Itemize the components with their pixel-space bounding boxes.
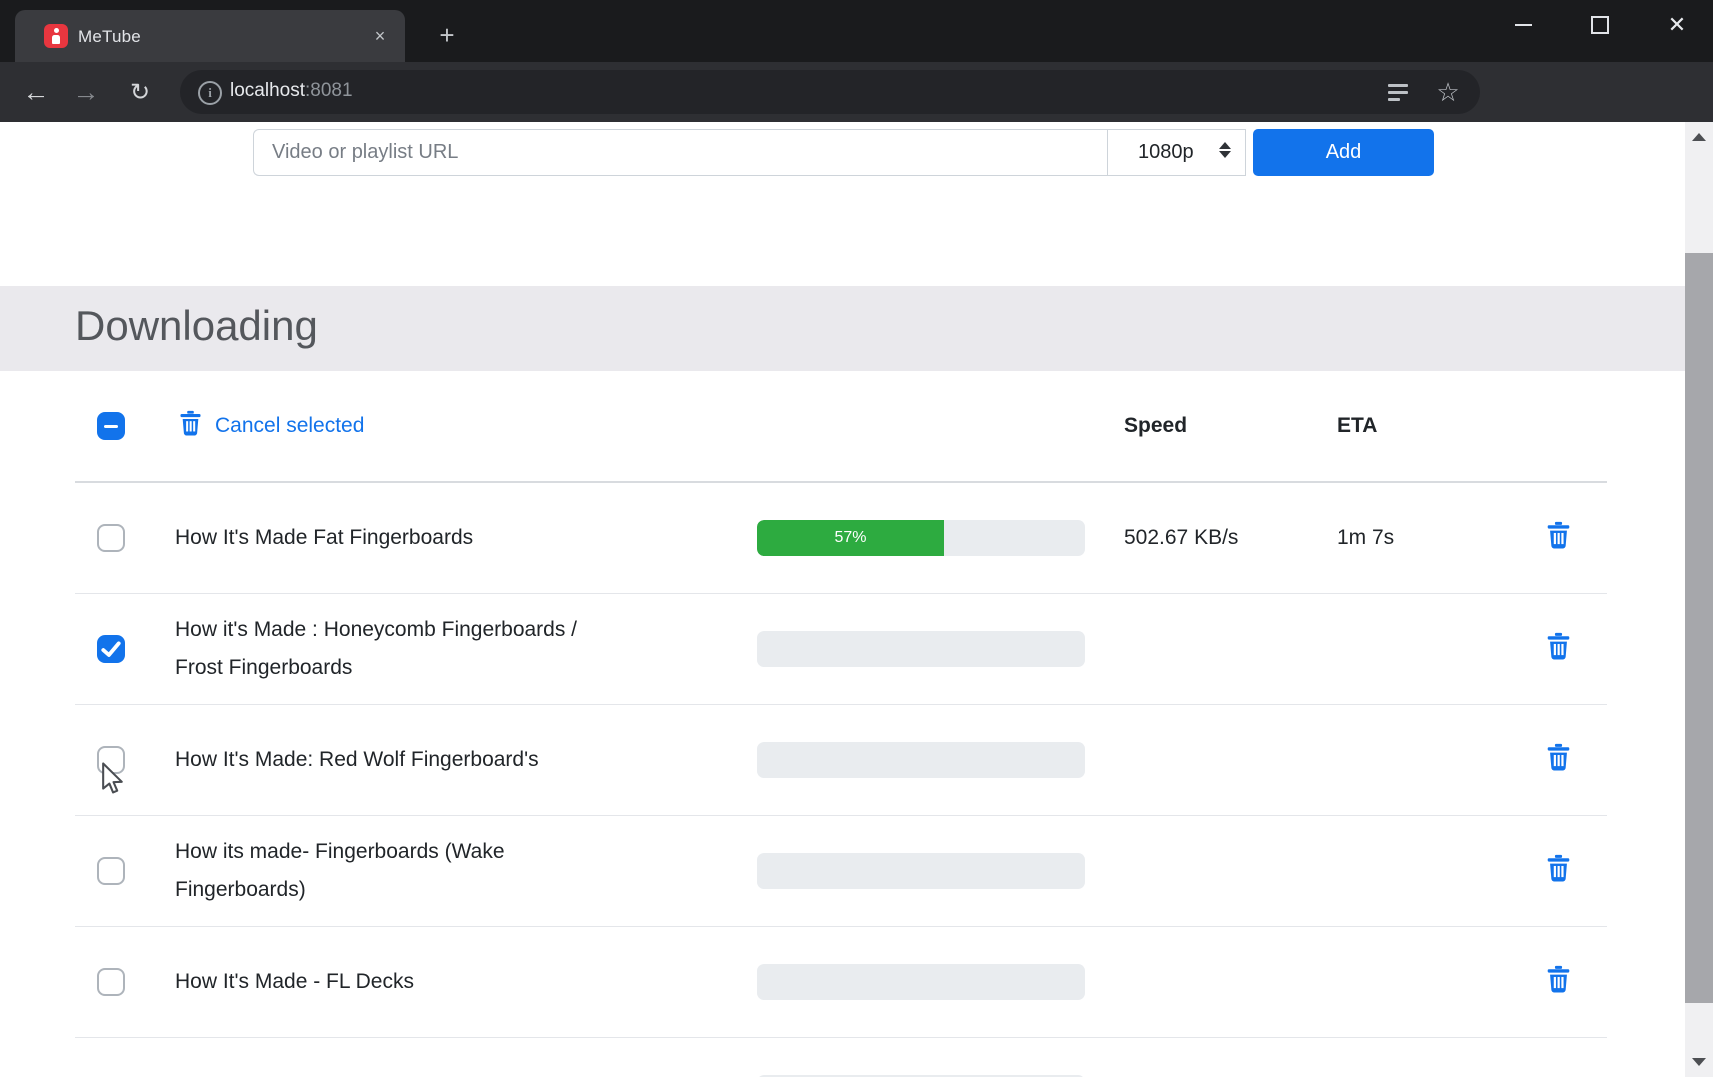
address-bar[interactable]: i localhost:8081 ☆ (180, 70, 1480, 114)
window-maximize-button[interactable] (1573, 0, 1627, 50)
delete-trash-icon[interactable] (1545, 854, 1572, 888)
row-checkbox[interactable] (97, 635, 125, 663)
reading-list-icon[interactable] (1388, 79, 1414, 105)
download-row: How its made- Fingerboards (Wake Fingerb… (75, 816, 1607, 927)
download-row: How It's Made: Red Wolf Fingerboard's (75, 705, 1607, 816)
cancel-selected-trash-icon[interactable] (178, 410, 203, 442)
quality-value: 1080p (1138, 141, 1194, 164)
delete-trash-icon[interactable] (1545, 965, 1572, 999)
progress-bar (757, 742, 1085, 778)
bookmark-star-icon[interactable]: ☆ (1435, 79, 1461, 105)
progress-fill: 57% (757, 520, 944, 556)
forward-arrow-icon[interactable]: → (64, 62, 108, 122)
select-all-checkbox[interactable] (97, 412, 125, 440)
download-row: How It's Made - FL Decks (75, 927, 1607, 1038)
delete-trash-icon[interactable] (1545, 632, 1572, 666)
back-arrow-icon[interactable]: ← (14, 62, 58, 122)
metube-page: 1080p Add Downloading Cancel selected Sp… (0, 122, 1713, 1077)
download-row: How it's Made : Honeycomb Fingerboards /… (75, 594, 1607, 705)
progress-bar (757, 853, 1085, 889)
window-close-button[interactable]: ✕ (1650, 0, 1704, 50)
downloading-section-header: Downloading (0, 286, 1713, 371)
browser-toolbar: ← → ↻ i localhost:8081 ☆ Incognito (0, 62, 1713, 122)
url-text[interactable]: localhost:8081 (230, 80, 353, 102)
indeterminate-minus-icon (104, 425, 118, 429)
url-port: :8081 (305, 80, 353, 101)
scrollbar-thumb[interactable] (1685, 253, 1713, 1003)
add-button[interactable]: Add (1253, 129, 1434, 176)
browser-window: MeTube × + ✕ ← → ↻ i localhost:8081 ☆ In… (0, 0, 1713, 1077)
mouse-cursor (100, 762, 130, 801)
select-arrows-icon (1219, 142, 1231, 158)
site-info-icon[interactable]: i (198, 81, 222, 105)
tab-close-icon[interactable]: × (367, 23, 393, 49)
row-checkbox[interactable] (97, 524, 125, 552)
row-checkbox[interactable] (97, 968, 125, 996)
page-scrollbar[interactable] (1685, 122, 1713, 1077)
tab-title: MeTube (78, 27, 141, 47)
tab-strip: MeTube × + ✕ (0, 0, 1713, 62)
download-speed: 502.67 KB/s (1124, 526, 1238, 550)
download-eta: 1m 7s (1337, 526, 1394, 550)
speed-column-header: Speed (1124, 414, 1187, 438)
quality-select[interactable]: 1080p (1107, 129, 1246, 176)
section-title: Downloading (75, 302, 318, 350)
progress-bar: 57% (757, 520, 1085, 556)
scroll-up-arrow-icon[interactable] (1685, 124, 1713, 150)
download-row: How It's Made Fat Fingerboards 57% 502.6… (75, 483, 1607, 594)
scroll-down-arrow-icon[interactable] (1685, 1049, 1713, 1075)
progress-bar (757, 631, 1085, 667)
reload-icon[interactable]: ↻ (118, 62, 162, 122)
eta-column-header: ETA (1337, 414, 1377, 438)
download-title: How It's Made - FL Decks (175, 963, 630, 1001)
download-title: How it's Made : Honeycomb Fingerboards /… (175, 611, 630, 687)
window-minimize-button[interactable] (1496, 0, 1550, 50)
download-row (75, 1038, 1607, 1077)
new-tab-button[interactable]: + (432, 21, 462, 51)
row-checkbox[interactable] (97, 857, 125, 885)
downloads-table: Cancel selected Speed ETA How It's Made … (75, 371, 1607, 1077)
delete-trash-icon[interactable] (1545, 521, 1572, 555)
metube-favicon-icon (44, 24, 68, 48)
video-url-input[interactable] (253, 129, 1107, 176)
cancel-selected-link[interactable]: Cancel selected (215, 414, 364, 438)
download-title: How It's Made: Red Wolf Fingerboard's (175, 741, 630, 779)
progress-bar (757, 964, 1085, 1000)
download-title: How It's Made Fat Fingerboards (175, 519, 630, 557)
browser-tab-metube[interactable]: MeTube × (15, 10, 405, 62)
table-header-row: Cancel selected Speed ETA (75, 371, 1607, 483)
download-title: How its made- Fingerboards (Wake Fingerb… (175, 833, 630, 909)
delete-trash-icon[interactable] (1545, 743, 1572, 777)
